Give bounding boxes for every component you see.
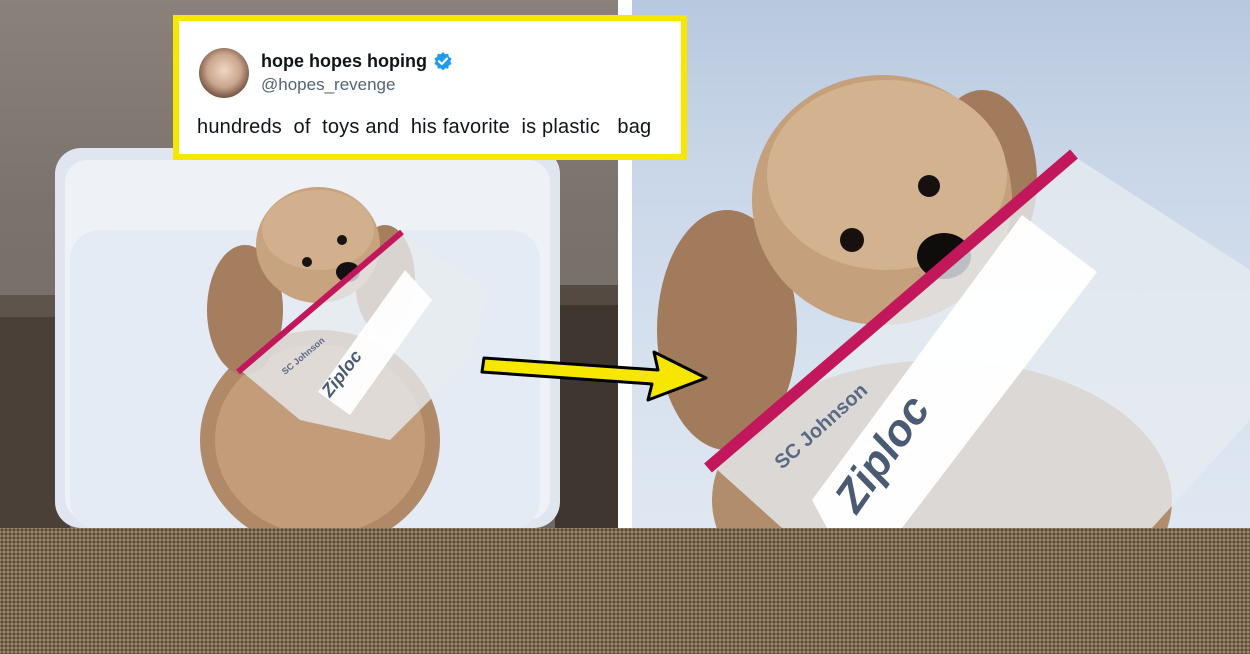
poodle-eye-right [337, 235, 347, 245]
verified-badge-icon [433, 51, 453, 71]
tweet-author-row: hope hopes hoping [261, 49, 453, 73]
chair-arm-right [555, 290, 618, 528]
tweet-text: hundreds of toys and his favorite is pla… [197, 116, 652, 138]
poodle-eye-left [302, 257, 312, 267]
handle[interactable]: @hopes_revenge [261, 75, 395, 95]
right-arrow-icon [480, 336, 710, 406]
bottom-band [0, 528, 1250, 654]
right-photo: Ziploc SC Johnson [632, 0, 1250, 528]
avatar[interactable] [199, 48, 249, 98]
tweet-card: hope hopes hoping @hopes_revenge hundred… [173, 15, 687, 160]
poodle-eye-right-closeup [918, 175, 940, 197]
display-name[interactable]: hope hopes hoping [261, 51, 427, 72]
poodle-eye-left-closeup [840, 228, 864, 252]
right-photo-scene: Ziploc SC Johnson [657, 75, 1250, 528]
